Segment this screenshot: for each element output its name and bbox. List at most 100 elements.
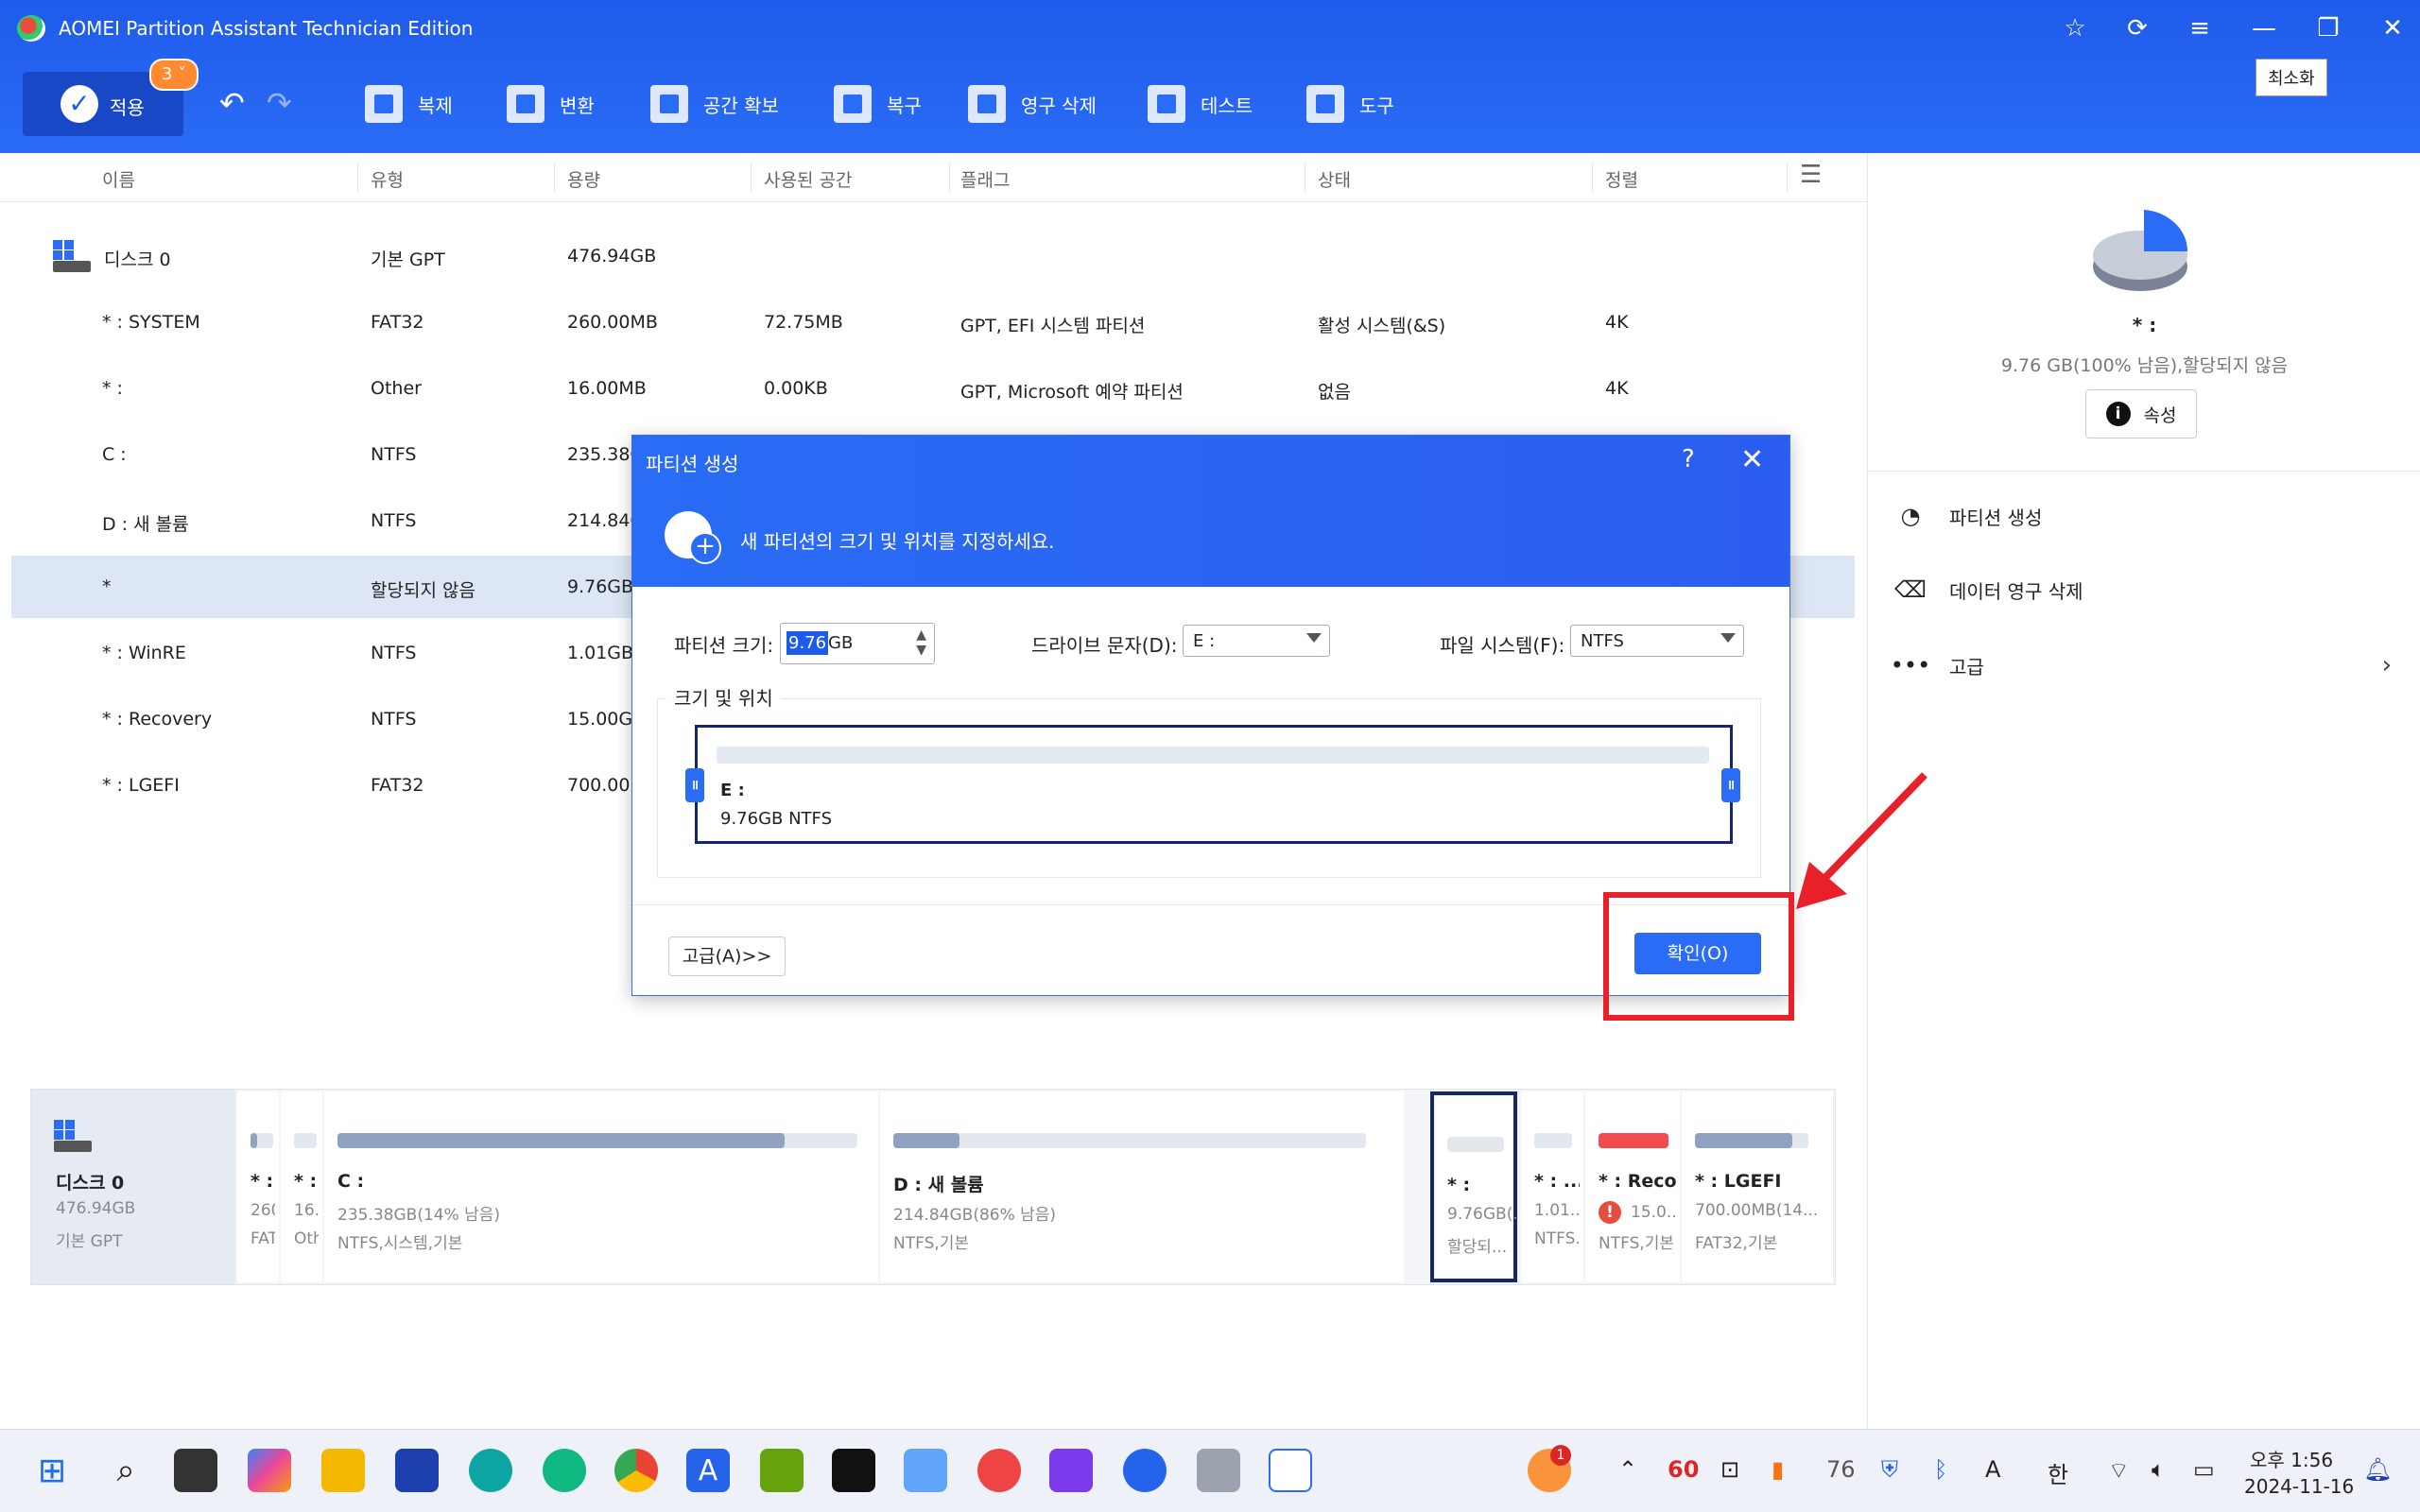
tool-convert[interactable]: 변환: [507, 83, 595, 125]
table-row-disk0[interactable]: 디스크 0 기본 GPT 476.94GB: [11, 225, 1855, 287]
col-used[interactable]: 사용된 공간: [764, 166, 852, 192]
col-align[interactable]: 정렬: [1605, 166, 1638, 192]
copilot-icon[interactable]: [248, 1449, 291, 1492]
notepad-icon[interactable]: [760, 1449, 804, 1492]
col-flag[interactable]: 플래그: [960, 166, 1010, 192]
partition-type: FAT32,기본: [1695, 1234, 1778, 1253]
usage-bar: [1599, 1133, 1668, 1148]
tool-free-space[interactable]: 공간 확보: [650, 83, 779, 125]
clock-time[interactable]: 오후 1:56: [2250, 1445, 2333, 1472]
document-icon[interactable]: [904, 1449, 947, 1492]
ime-indicator[interactable]: 한: [2048, 1456, 2068, 1489]
chevron-up-icon[interactable]: ⌃: [1618, 1456, 1637, 1483]
partition-type: NTFS,시스템,기본: [337, 1234, 463, 1253]
tray-office-icon[interactable]: ▮: [1772, 1456, 1784, 1483]
temperature-indicator[interactable]: 60: [1668, 1456, 1699, 1483]
menu-icon[interactable]: ≡: [2176, 9, 2223, 47]
action-create-partition[interactable]: ◔ 파티션 생성: [1894, 497, 2405, 535]
disk-map-partition[interactable]: * : LGEFI 700.00MB(14... FAT32,기본: [1682, 1091, 1833, 1282]
clock-date[interactable]: 2024-11-16: [2244, 1475, 2354, 1498]
column-settings-icon[interactable]: ☰: [1800, 161, 1822, 189]
redo-icon[interactable]: ↷: [267, 85, 292, 121]
refresh-icon[interactable]: ⟳: [2114, 9, 2161, 47]
tool-recover[interactable]: 복구: [834, 83, 922, 125]
col-status[interactable]: 상태: [1318, 166, 1351, 192]
partition-size: 1.01...: [1534, 1201, 1580, 1220]
tray-font-icon[interactable]: A: [1985, 1456, 2000, 1483]
disk-map-partition-selected[interactable]: * : 9.76GB(... 할당되...: [1430, 1091, 1517, 1282]
store-icon[interactable]: [395, 1449, 439, 1492]
font-app-icon[interactable]: A: [686, 1449, 730, 1492]
disk-map-partition[interactable]: * : 16.00... Othe...: [281, 1091, 322, 1282]
help-icon[interactable]: ?: [1682, 445, 1695, 473]
annotation-arrow: [1796, 772, 1927, 909]
col-name[interactable]: 이름: [102, 166, 135, 192]
tool-wipe[interactable]: 영구 삭제: [968, 83, 1097, 125]
close-window-button[interactable]: ✕: [2369, 9, 2416, 47]
usage-bar: [337, 1133, 857, 1148]
star-icon[interactable]: ☆: [2051, 9, 2099, 47]
tool-test[interactable]: 테스트: [1148, 83, 1253, 125]
usage-bar: [251, 1133, 273, 1148]
col-type[interactable]: 유형: [371, 166, 404, 192]
wifi-icon[interactable]: ⌔: [2108, 1456, 2130, 1485]
usb-tool-icon[interactable]: [1197, 1449, 1240, 1492]
table-row[interactable]: * : Other 16.00MB 0.00KB GPT, Microsoft 예약 파…: [11, 357, 1855, 420]
bluetooth-icon[interactable]: ᛒ: [1934, 1456, 1947, 1483]
volume-icon[interactable]: 🔈︎: [2152, 1456, 2165, 1483]
disk-map-disk0[interactable]: 디스크 0 476.94GB 기본 GPT: [31, 1090, 235, 1284]
col-capacity[interactable]: 용량: [567, 166, 600, 192]
tray-shield-icon[interactable]: ⛨: [1881, 1456, 1898, 1483]
backup-app-icon[interactable]: [1123, 1449, 1167, 1492]
partition-size-input[interactable]: 9.76 GB ▲ ▼: [780, 623, 935, 664]
create-partition-icon: ◔: [1900, 503, 1921, 529]
minimize-button[interactable]: —: [2240, 9, 2288, 47]
battery-icon[interactable]: ▭: [2193, 1456, 2215, 1483]
partition-name: D : 새 볼륨: [893, 1175, 984, 1195]
spinner-icon[interactable]: ▲ ▼: [916, 627, 926, 658]
tool-tools[interactable]: 도구: [1306, 83, 1394, 125]
disk-map-partition[interactable]: D : 새 볼륨 214.84GB(86% 남음) NTFS,기본: [880, 1091, 1404, 1282]
table-row[interactable]: * : SYSTEM FAT32 260.00MB 72.75MB GPT, EFI 시…: [11, 291, 1855, 353]
media-app-icon[interactable]: [1049, 1449, 1093, 1492]
disk-map-partition[interactable]: C : 235.38GB(14% 남음) NTFS,시스템,기본: [324, 1091, 878, 1282]
action-wipe-data[interactable]: ⌫ 데이터 영구 삭제: [1894, 571, 2405, 609]
slider-handle-right[interactable]: ॥: [1721, 768, 1740, 802]
sync-app-icon[interactable]: [977, 1449, 1021, 1492]
chrome-icon[interactable]: [614, 1449, 658, 1492]
pie-chart-icon: [2093, 210, 2188, 291]
file-system-select[interactable]: NTFS: [1570, 625, 1744, 657]
action-advanced[interactable]: ••• 고급 ›: [1891, 646, 2405, 684]
properties-button[interactable]: i 속성: [2085, 389, 2197, 438]
create-partition-icon: [665, 511, 721, 564]
partition-slider[interactable]: E : 9.76GB NTFS: [695, 725, 1733, 844]
app-icon-swirl[interactable]: [543, 1449, 586, 1492]
drive-letter-select[interactable]: E :: [1183, 625, 1330, 657]
taskbar: ⊞ ⌕ A 1 ⌃ 60 ⊡ ▮ 76 ⛨ ᛒ A 한 ⌔ 🔈︎ ▭ 오후 1:…: [0, 1429, 2420, 1512]
restore-button[interactable]: ❐: [2305, 9, 2352, 47]
file-explorer-icon[interactable]: [321, 1449, 365, 1492]
disk-map-partition[interactable]: * : S... 260.0... FAT3...: [237, 1091, 279, 1282]
size-position-label: 크기 및 위치: [666, 683, 781, 711]
advanced-button[interactable]: 고급(A)>>: [668, 936, 786, 976]
windows-start-icon[interactable]: ⊞: [30, 1449, 74, 1492]
slider-handle-left[interactable]: ॥: [685, 768, 704, 802]
minimize-tooltip: 최소화: [2256, 59, 2327, 96]
undo-icon[interactable]: ↶: [219, 85, 245, 121]
pending-ops-badge[interactable]: 3 ˅: [149, 59, 199, 91]
file-system-label: 파일 시스템(F):: [1440, 634, 1565, 657]
app-logo-icon: [17, 15, 45, 42]
search-icon[interactable]: ⌕: [104, 1449, 147, 1492]
aomei-taskbar-icon[interactable]: [1269, 1449, 1312, 1492]
usage-bar: [1695, 1133, 1808, 1148]
tool-clone[interactable]: 복제: [365, 83, 453, 125]
tray-app-icon[interactable]: ⊡: [1720, 1456, 1739, 1483]
disk-map-partition[interactable]: * : Reco... !15.0... NTFS,기본: [1585, 1091, 1680, 1282]
edge-icon[interactable]: [469, 1449, 512, 1492]
task-view-icon[interactable]: [174, 1449, 217, 1492]
dialog-close-icon[interactable]: ✕: [1740, 443, 1764, 476]
sticky-notes-icon[interactable]: [832, 1449, 875, 1492]
bell-icon[interactable]: 🔔︎: [2363, 1456, 2392, 1483]
tray-number-icon[interactable]: 76: [1826, 1456, 1856, 1483]
disk-map-partition[interactable]: * : ... 1.01... NTFS...: [1521, 1091, 1583, 1282]
